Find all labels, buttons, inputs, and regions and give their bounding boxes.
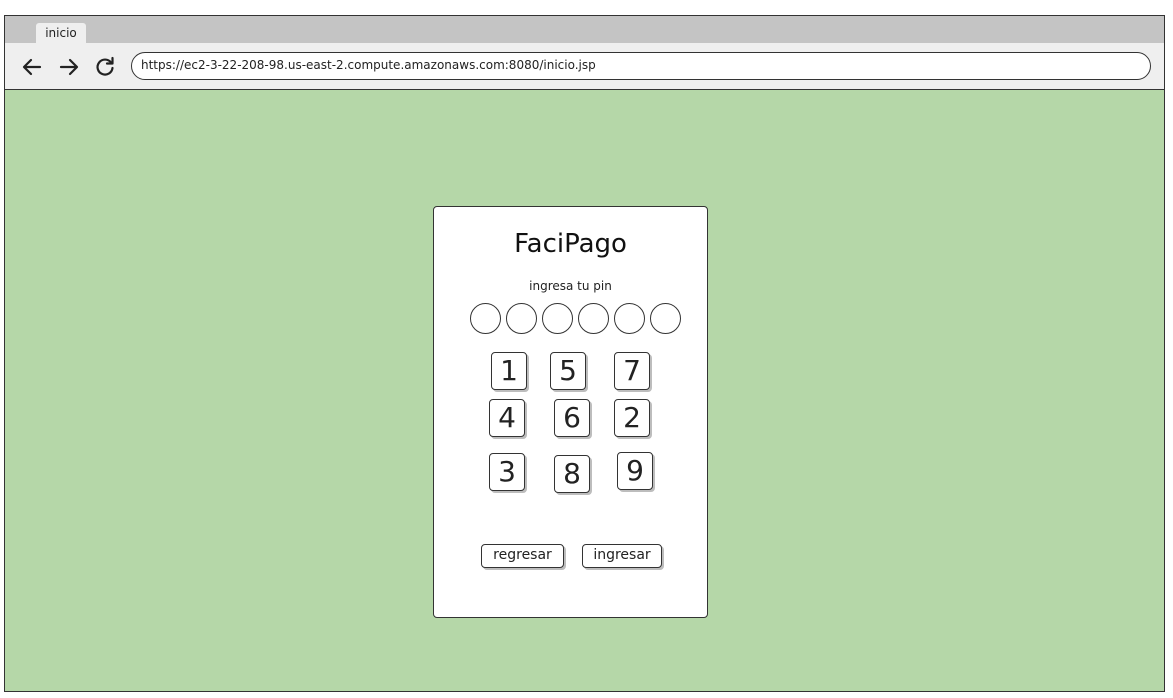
reload-icon [96, 56, 114, 76]
keypad-key[interactable]: 2 [614, 399, 650, 437]
tab-bar: inicio [5, 16, 1164, 43]
pin-dot [578, 303, 609, 334]
keypad-key[interactable]: 8 [554, 455, 590, 493]
submit-button-ingresar[interactable]: ingresar [582, 544, 662, 568]
keypad-key[interactable]: 6 [554, 399, 590, 437]
browser-toolbar: https://ec2-3-22-208-98.us-east-2.comput… [5, 43, 1164, 90]
pin-dot [506, 303, 537, 334]
forward-button[interactable] [56, 54, 82, 80]
keypad-key[interactable]: 3 [489, 453, 525, 491]
pin-dot [650, 303, 681, 334]
pin-dot [614, 303, 645, 334]
login-card: FaciPago ingresa tu pin 1 5 7 4 6 2 3 8 … [433, 206, 708, 618]
back-button-regresar[interactable]: regresar [481, 544, 564, 568]
arrow-left-icon [22, 58, 42, 76]
arrow-right-icon [59, 58, 79, 76]
pin-dot [542, 303, 573, 334]
keypad-key[interactable]: 1 [491, 352, 527, 390]
pin-indicator [470, 303, 681, 334]
reload-button[interactable] [92, 54, 118, 80]
pin-dot [470, 303, 501, 334]
app-title: FaciPago [514, 229, 627, 259]
tab-inicio[interactable]: inicio [36, 23, 86, 43]
browser-window: inicio https://ec2-3-22-208-98.us-east-2… [4, 15, 1165, 692]
back-button[interactable] [19, 54, 45, 80]
pin-prompt: ingresa tu pin [529, 279, 612, 293]
keypad-key[interactable]: 7 [614, 352, 650, 390]
keypad-key[interactable]: 9 [617, 452, 653, 490]
keypad-key[interactable]: 4 [489, 399, 525, 437]
keypad-key[interactable]: 5 [550, 352, 586, 390]
address-bar[interactable]: https://ec2-3-22-208-98.us-east-2.comput… [131, 52, 1151, 80]
